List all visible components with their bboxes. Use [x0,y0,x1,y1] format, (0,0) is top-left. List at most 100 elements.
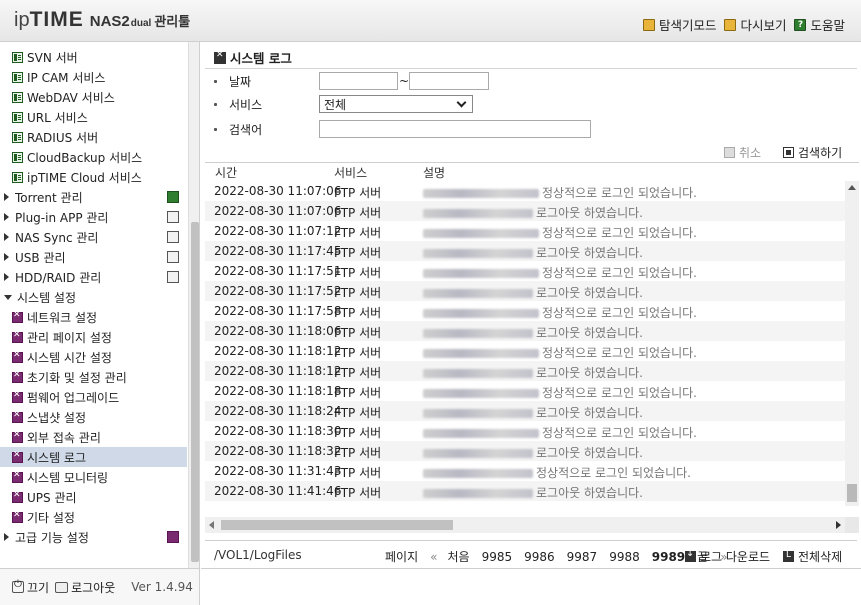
keyword-input[interactable] [319,120,591,138]
sidebar-item-ups[interactable]: UPS 관리 [0,487,187,507]
log-service: FTP 서버 [334,486,382,500]
settings-icon [12,350,23,363]
table-row: 2022-08-30 11:18:24 FTP 서버 로그아웃 하였습니다. [205,401,845,421]
sidebar-item-etc[interactable]: 기타 설정 [0,507,187,527]
sidebar-item-monitoring[interactable]: 시스템 모니터링 [0,467,187,487]
search-button[interactable]: 검색하기 [783,144,842,161]
sidebar-item-ipcam[interactable]: IP CAM 서비스 [0,67,187,87]
top-links: 탐색기모드 다시보기 ? 도움말 [642,15,845,34]
help-link[interactable]: ? 도움말 [794,15,845,34]
log-service: FTP 서버 [334,386,382,400]
sidebar-cat-usb[interactable]: USB 관리 [0,247,187,267]
bullet [214,79,217,83]
log-time: 2022-08-30 11:41:46 [214,484,342,498]
log-table-header: 시간 서비스 설명 [205,163,845,180]
sidebar-item-label: 시스템 모니터링 [27,470,109,485]
date-to-input[interactable] [409,72,489,90]
redacted-username [423,249,533,258]
page-link[interactable]: 9986 [524,550,555,564]
page-link[interactable]: 9987 [567,550,598,564]
current-page[interactable]: 9989 [652,550,685,564]
sidebar-cat-hdd-raid[interactable]: HDD/RAID 관리 [0,267,187,287]
sidebar-item-snapshot[interactable]: 스냅샷 설정 [0,407,187,427]
logout-button[interactable]: 로그아웃 [55,579,115,596]
col-header-time: 시간 [215,166,238,180]
sidebar-scroll-thumb[interactable] [191,222,199,562]
sidebar-cat-torrent[interactable]: Torrent 관리 [0,187,187,207]
sidebar-cat-nas-sync[interactable]: NAS Sync 관리 [0,227,187,247]
log-download-button[interactable]: 로그 다운로드 [685,548,770,565]
log-message: 로그아웃 하였습니다. [536,286,643,300]
usb-icon [167,251,179,263]
log-message: 정상적으로 로그인 되었습니다. [542,306,697,320]
scroll-right-icon[interactable] [836,521,841,529]
log-service: FTP 서버 [334,446,382,460]
cancel-button[interactable]: 취소 [724,144,761,161]
table-row: 2022-08-30 11:07:06 FTP 서버 정상적으로 로그인 되었습니다… [205,181,845,201]
scrollbar-corner [845,517,859,533]
refresh-link[interactable]: 다시보기 [724,15,786,34]
sidebar-item-label: URL 서비스 [27,110,88,125]
sidebar-scrollbar[interactable] [188,42,199,568]
sidebar-item-remote-access[interactable]: 외부 접속 관리 [0,427,187,447]
sidebar-item-iptime-cloud[interactable]: ipTIME Cloud 서비스 [0,167,187,187]
sidebar-cat-plugin[interactable]: Plug-in APP 관리 [0,207,187,227]
delete-all-button[interactable]: 전체삭제 [783,548,842,565]
date-row: 날짜 [214,71,251,91]
sidebar-item-label: WebDAV 서비스 [27,90,115,105]
log-description: 로그아웃 하였습니다. [423,284,643,301]
sidebar-cat-system[interactable]: 시스템 설정 [0,287,187,307]
prev-pages-button[interactable]: « [430,550,437,564]
table-vscroll-thumb[interactable] [847,484,857,502]
sidebar-item-cloudbackup[interactable]: CloudBackup 서비스 [0,147,187,167]
power-off-button[interactable]: 끄기 [12,579,49,596]
log-description: 로그아웃 하였습니다. [423,324,643,341]
sidebar-item-radius[interactable]: RADIUS 서버 [0,127,187,147]
sidebar-item-reset[interactable]: 초기화 및 설정 관리 [0,367,187,387]
log-table: 시간 서비스 설명 2022-08-30 11:07:06 FTP 서버 정상적으로… [205,162,859,534]
sidebar-item-url[interactable]: URL 서비스 [0,107,187,127]
first-page-button[interactable]: 처음 [447,548,469,565]
log-description: 로그아웃 하였습니다. [423,404,643,421]
keyword-label: 검색어 [229,122,263,137]
table-hscroll-thumb[interactable] [221,520,453,530]
sidebar-item-webdav[interactable]: WebDAV 서비스 [0,87,187,107]
scroll-left-icon[interactable] [209,521,214,529]
table-vertical-scrollbar[interactable] [845,181,859,506]
explorer-mode-link[interactable]: 탐색기모드 [642,15,716,34]
sidebar-cat-label: NAS Sync 관리 [15,230,99,245]
log-footer: /VOL1/LogFiles 페이지 « 처음 9985 9986 9987 9… [205,540,857,568]
sidebar-item-svn[interactable]: SVN 서버 [0,47,187,67]
sidebar-cat-advanced[interactable]: 고급 기능 설정 [0,527,187,547]
collapse-arrow-icon [4,294,12,300]
log-service: FTP 서버 [334,286,382,300]
page-link[interactable]: 9985 [482,550,513,564]
sidebar-item-admin-page[interactable]: 관리 페이지 설정 [0,327,187,347]
log-time: 2022-08-30 11:07:12 [214,224,342,238]
log-time: 2022-08-30 11:17:58 [214,304,342,318]
expand-arrow-icon [4,193,9,201]
iptime-logo: ip TIME NAS2 dual 관리툴 [14,8,190,34]
sidebar-item-network[interactable]: 네트워크 설정 [0,307,187,327]
settings-icon [12,510,23,523]
sidebar-menu: SVN 서버 IP CAM 서비스 WebDAV 서비스 URL 서비스 RAD… [0,42,187,547]
service-icon [12,71,23,83]
page-link[interactable]: 9988 [609,550,640,564]
sidebar-item-system-time[interactable]: 시스템 시간 설정 [0,347,187,367]
sidebar-cat-label: 시스템 설정 [17,290,77,305]
table-horizontal-scrollbar[interactable] [205,517,845,533]
settings-icon [12,330,23,343]
sidebar-item-firmware[interactable]: 펌웨어 업그레이드 [0,387,187,407]
table-row: 2022-08-30 11:17:52 FTP 서버 로그아웃 하였습니다. [205,281,845,301]
service-select[interactable]: 전체 [319,95,473,113]
log-time: 2022-08-30 11:18:32 [214,444,342,458]
log-message: 로그아웃 하였습니다. [536,366,643,380]
log-description: 로그아웃 하였습니다. [423,484,643,501]
sidebar-item-system-log[interactable]: 시스템 로그 [0,447,187,467]
date-from-input[interactable] [319,72,398,90]
sidebar-item-label: 외부 접속 관리 [27,430,101,445]
log-time: 2022-08-30 11:31:43 [214,464,342,478]
scroll-up-icon[interactable] [848,185,856,190]
log-description: 정상적으로 로그인 되었습니다. [423,184,697,201]
expand-arrow-icon [4,273,9,281]
